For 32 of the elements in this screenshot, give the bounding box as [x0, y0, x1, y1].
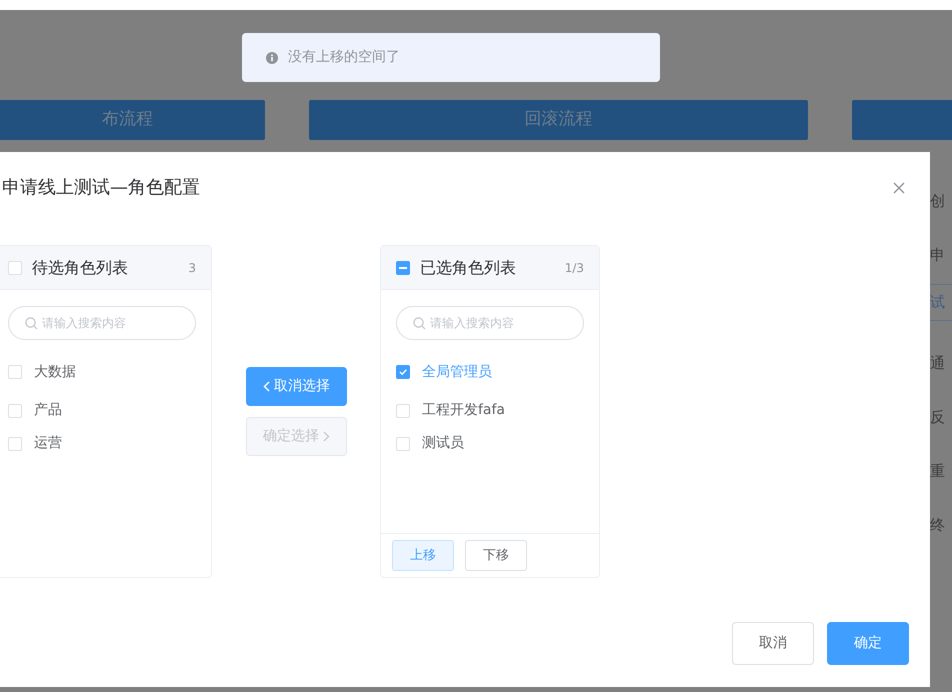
row-label: 重 — [930, 461, 945, 482]
item-count: 1/3 — [564, 260, 584, 276]
cancel-button[interactable]: 取消 — [732, 622, 814, 665]
chevron-right-icon — [323, 431, 330, 442]
item-count: 3 — [188, 260, 196, 276]
list-item[interactable]: 测试员 — [422, 433, 464, 454]
message-text: 没有上移的空间了 — [288, 48, 400, 67]
row-label: 通 — [930, 353, 945, 374]
search-icon — [413, 317, 426, 330]
panel-title: 待选角色列表 — [32, 256, 128, 278]
minus-icon — [399, 266, 407, 268]
row-label: 创 — [930, 191, 945, 212]
panel-title: 已选角色列表 — [420, 256, 516, 278]
list-item[interactable]: 工程开发fafa — [422, 400, 506, 421]
check-icon — [398, 367, 408, 377]
info-icon — [266, 52, 278, 64]
search-icon — [25, 317, 38, 330]
move-button[interactable]: 下移 — [465, 540, 527, 571]
checkbox[interactable] — [396, 260, 410, 274]
search-field[interactable]: 请输入搜索内容 — [8, 306, 196, 340]
chevron-left-icon — [263, 381, 270, 392]
close-icon[interactable] — [893, 182, 905, 194]
row-label: 申 — [930, 245, 945, 266]
list-item[interactable]: 运营 — [34, 433, 62, 454]
row-label: 反 — [930, 407, 945, 428]
search-field[interactable]: 请输入搜索内容 — [396, 306, 584, 340]
list-item[interactable]: 产品 — [34, 400, 62, 421]
action-button[interactable] — [852, 100, 952, 140]
row-label: 终 — [930, 515, 945, 536]
dialog-title: 申请线上测试—角色配置 — [2, 176, 200, 200]
checkbox[interactable] — [396, 365, 410, 379]
list-item[interactable]: 大数据 — [34, 362, 76, 382]
